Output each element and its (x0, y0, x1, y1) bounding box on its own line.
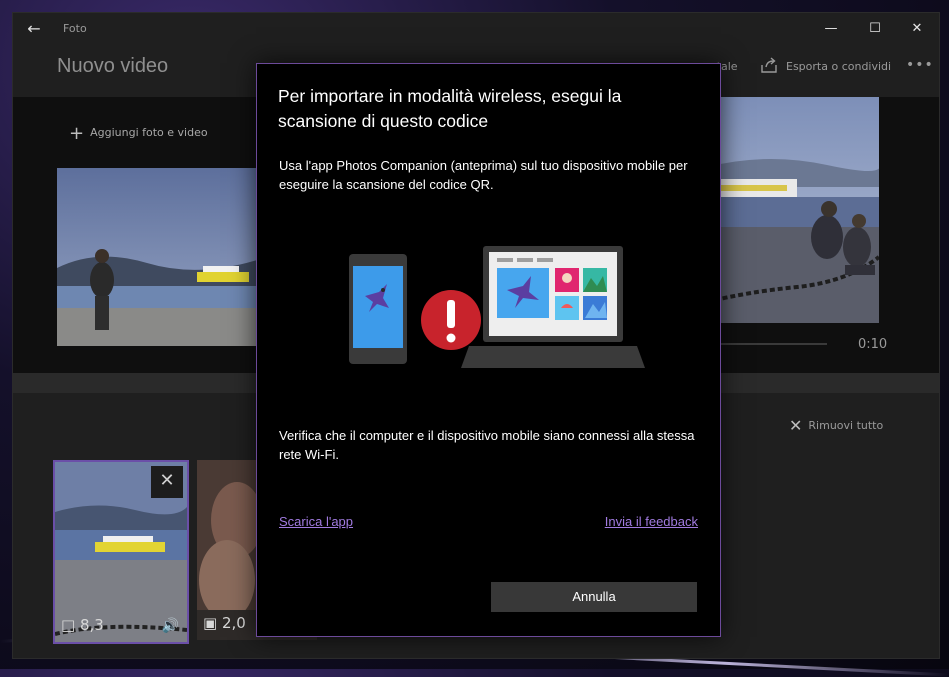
share-icon[interactable] (759, 55, 779, 75)
laptop-icon (461, 246, 645, 368)
duration-label: 0:10 (858, 337, 888, 352)
export-button[interactable]: Esporta o condividi (786, 60, 891, 73)
more-icon[interactable]: ••• (906, 57, 934, 73)
maximize-icon[interactable]: ☐ (853, 17, 897, 41)
clip-duration: ▣ 2,0 (203, 614, 246, 632)
remove-all-label: Rimuovi tutto (808, 419, 884, 432)
add-media-button[interactable]: + Aggiungi foto e video (69, 123, 208, 144)
feedback-link[interactable]: Invia il feedback (605, 514, 698, 529)
phone-icon (349, 254, 407, 364)
close-icon[interactable]: ✕ (895, 17, 939, 41)
dialog-title: Per importare in modalità wireless, eseg… (278, 86, 622, 131)
app-title: Foto (63, 22, 87, 35)
clip-duration-value: 8,3 (79, 616, 104, 634)
minimize-icon[interactable]: — (809, 17, 853, 41)
library-thumbnail[interactable] (57, 168, 257, 346)
add-media-label: Aggiungi foto e video (90, 126, 208, 139)
cancel-button[interactable]: Annulla (491, 582, 697, 612)
clip-duration-value: 2,0 (221, 614, 246, 632)
back-arrow-icon[interactable]: ← (21, 17, 47, 41)
video-preview[interactable] (707, 97, 879, 323)
phone-laptop-illustration (347, 246, 647, 376)
page-title: Nuovo video (57, 55, 169, 77)
title-bar: ← Foto — ☐ ✕ (13, 13, 939, 45)
remove-all-button[interactable]: ✕ Rimuovi tutto (789, 416, 883, 435)
dialog-instructions: Usa l'app Photos Companion (anteprima) s… (279, 158, 688, 192)
download-app-link[interactable]: Scarica l'app (279, 514, 353, 529)
storyboard-card[interactable]: ✕ □ 8,3 🔊 (53, 460, 189, 644)
clip-duration: □ 8,3 (61, 616, 104, 634)
photos-window: ← Foto — ☐ ✕ Nuovo video ontale Esporta … (12, 12, 940, 659)
error-icon (421, 290, 481, 350)
close-icon[interactable]: ✕ (151, 466, 183, 498)
close-icon: ✕ (789, 416, 803, 435)
plus-icon: + (69, 123, 85, 144)
volume-icon[interactable]: 🔊 (162, 618, 179, 634)
wireless-import-dialog: Per importare in modalità wireless, eseg… (256, 63, 721, 637)
dialog-note: Verifica che il computer e il dispositiv… (279, 428, 695, 462)
seek-bar[interactable] (707, 343, 827, 345)
